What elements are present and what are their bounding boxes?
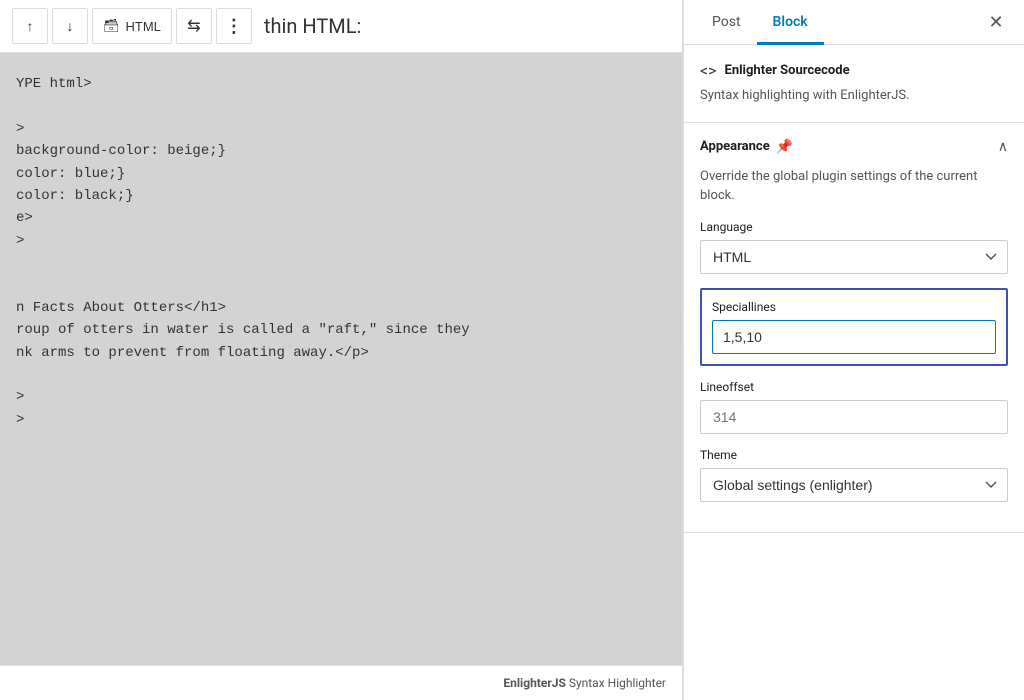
html-label: HTML: [126, 19, 161, 34]
code-editor[interactable]: YPE html> > background-color: beige;} co…: [0, 53, 682, 665]
left-panel: ↑ ↓ 🗃 HTML ⇆ ⋮ thin HTML: YPE html> > ba…: [0, 0, 683, 700]
transform-icon: ⇆: [187, 16, 200, 36]
tab-post-label: Post: [712, 14, 741, 30]
arrow-up-button[interactable]: ↑: [12, 8, 48, 44]
arrow-down-icon: ↓: [67, 18, 74, 34]
lineoffset-label: Lineoffset: [700, 380, 1008, 394]
close-icon: ✕: [988, 12, 1003, 33]
tab-block[interactable]: Block: [757, 0, 824, 45]
code-line: [16, 252, 666, 274]
code-brackets-icon: <>: [700, 61, 717, 80]
block-section: <> Enlighter Sourcecode Syntax highlight…: [684, 45, 1024, 123]
code-line: roup of otters in water is called a "raf…: [16, 319, 666, 341]
pin-icon: 📌: [776, 139, 793, 155]
speciallines-label: Speciallines: [712, 300, 996, 314]
code-line: e>: [16, 207, 666, 229]
lineoffset-input[interactable]: [700, 400, 1008, 434]
appearance-header: Appearance 📌 ∧: [700, 139, 1008, 155]
toolbar-title: thin HTML:: [264, 14, 361, 38]
code-line: >: [16, 409, 666, 431]
close-button[interactable]: ✕: [980, 6, 1012, 38]
appearance-description: Override the global plugin settings of t…: [700, 167, 1008, 206]
toolbar: ↑ ↓ 🗃 HTML ⇆ ⋮ thin HTML:: [0, 0, 682, 53]
speciallines-box: Speciallines: [700, 288, 1008, 366]
code-line: >: [16, 386, 666, 408]
code-line: >: [16, 230, 666, 252]
block-section-description: Syntax highlighting with EnlighterJS.: [700, 86, 1008, 106]
code-line: color: blue;}: [16, 163, 666, 185]
code-line: nk arms to prevent from floating away.</…: [16, 342, 666, 364]
code-line: YPE html>: [16, 73, 666, 95]
right-panel: Post Block ✕ <> Enlighter Sourcecode Syn…: [684, 0, 1024, 700]
panel-tabs: Post Block ✕: [684, 0, 1024, 45]
appearance-title: Appearance: [700, 139, 770, 154]
code-line: n Facts About Otters</h1>: [16, 297, 666, 319]
language-label: Language: [700, 220, 1008, 234]
transform-button[interactable]: ⇆: [176, 8, 212, 44]
block-section-header: <> Enlighter Sourcecode: [700, 61, 1008, 80]
footer-brand: EnlighterJS: [503, 676, 565, 690]
chevron-up-icon[interactable]: ∧: [998, 139, 1008, 155]
code-line: >: [16, 118, 666, 140]
language-field-group: Language HTML CSS JavaScript PHP Python: [700, 220, 1008, 274]
tab-block-label: Block: [773, 14, 808, 30]
code-line: [16, 95, 666, 117]
arrow-down-button[interactable]: ↓: [52, 8, 88, 44]
code-footer: EnlighterJS Syntax Highlighter: [0, 665, 682, 700]
code-line: [16, 275, 666, 297]
arrow-up-icon: ↑: [27, 18, 34, 34]
theme-field-group: Theme Global settings (enlighter) Enligh…: [700, 448, 1008, 502]
lineoffset-field-group: Lineoffset: [700, 380, 1008, 434]
code-line: [16, 364, 666, 386]
theme-label: Theme: [700, 448, 1008, 462]
appearance-section: Appearance 📌 ∧ Override the global plugi…: [684, 123, 1024, 533]
tab-post[interactable]: Post: [696, 0, 757, 45]
speciallines-input[interactable]: [712, 320, 996, 354]
code-line: color: black;}: [16, 185, 666, 207]
code-line: background-color: beige;}: [16, 140, 666, 162]
html-button[interactable]: 🗃 HTML: [92, 8, 172, 44]
language-select[interactable]: HTML CSS JavaScript PHP Python: [700, 240, 1008, 274]
briefcase-icon: 🗃: [103, 18, 120, 34]
block-section-title: Enlighter Sourcecode: [725, 63, 850, 78]
more-options-button[interactable]: ⋮: [216, 8, 252, 44]
more-icon: ⋮: [225, 16, 243, 37]
theme-select[interactable]: Global settings (enlighter) Enlighter At…: [700, 468, 1008, 502]
footer-text: Syntax Highlighter: [566, 676, 666, 690]
